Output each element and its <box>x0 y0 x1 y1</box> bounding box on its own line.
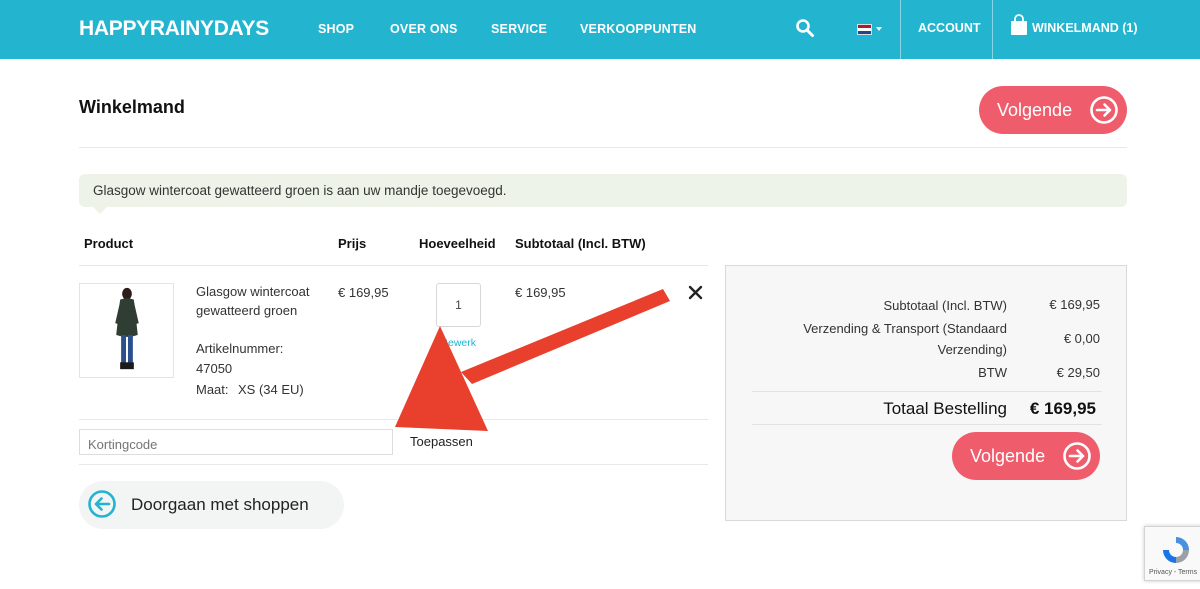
summary-tax-label: BTW <box>978 365 1007 380</box>
site-logo[interactable]: HAPPYRAINYDAYS <box>79 17 269 41</box>
arrow-left-circle-icon <box>88 490 116 518</box>
divider <box>79 265 708 266</box>
divider <box>79 464 708 465</box>
bag-icon[interactable] <box>1010 14 1028 36</box>
quantity-field[interactable]: 1 <box>436 283 481 327</box>
arrow-right-circle-icon <box>1063 442 1091 470</box>
arrow-right-circle-icon <box>1090 96 1118 124</box>
size-label: Maat: <box>196 382 229 397</box>
close-icon[interactable] <box>688 285 703 300</box>
next-button-top[interactable]: Volgende <box>979 86 1127 134</box>
cart-link[interactable]: WINKELMAND (1) <box>1032 21 1138 35</box>
next-button-label: Volgende <box>970 445 1046 466</box>
apply-coupon-button[interactable]: Toepassen <box>410 434 473 449</box>
page-title: Winkelmand <box>79 97 185 117</box>
divider <box>752 424 1102 425</box>
recaptcha-badge[interactable]: Privacy - Terms <box>1144 526 1200 581</box>
recaptcha-text: Privacy - Terms <box>1149 569 1198 576</box>
edit-link[interactable]: Bewerk <box>441 337 476 349</box>
account-link[interactable]: ACCOUNT <box>918 21 981 35</box>
item-subtotal: € 169,95 <box>515 285 566 300</box>
nav-divider <box>992 0 993 59</box>
summary-shipping-label-line1: Verzending & Transport (Standaard <box>803 321 1007 336</box>
header-price: Prijs <box>338 236 367 251</box>
header-product: Product <box>84 236 134 251</box>
next-button-label: Volgende <box>997 99 1073 120</box>
summary-total-label: Totaal Bestelling <box>883 399 1007 418</box>
summary-total-value: € 169,95 <box>1029 399 1096 418</box>
product-image <box>115 287 139 370</box>
flag-nl-icon[interactable] <box>857 24 872 35</box>
notice-pointer <box>92 206 108 214</box>
header-quantity: Hoeveelheid <box>419 236 496 251</box>
summary-subtotal-value: € 169,95 <box>1049 297 1100 312</box>
summary-subtotal-label: Subtotaal (Incl. BTW) <box>883 298 1007 313</box>
summary-tax-value: € 29,50 <box>1056 365 1100 380</box>
divider <box>79 147 1127 148</box>
coupon-input[interactable] <box>79 429 393 455</box>
chevron-down-icon[interactable] <box>876 27 882 31</box>
search-icon[interactable] <box>795 18 815 38</box>
continue-shopping-button[interactable]: Doorgaan met shoppen <box>79 481 344 529</box>
divider <box>79 419 708 420</box>
product-name-line1[interactable]: Glasgow wintercoat <box>196 282 309 302</box>
sku-label: Artikelnummer: <box>196 341 284 356</box>
nav-service[interactable]: SERVICE <box>491 22 547 36</box>
continue-shopping-label: Doorgaan met shoppen <box>131 495 309 514</box>
item-price: € 169,95 <box>338 285 389 300</box>
summary-shipping-value: € 0,00 <box>1063 331 1100 346</box>
sku-value: 47050 <box>196 361 233 376</box>
divider <box>752 391 1102 392</box>
next-button-summary[interactable]: Volgende <box>952 432 1100 480</box>
nav-shop[interactable]: SHOP <box>318 22 354 36</box>
nav-over-ons[interactable]: OVER ONS <box>390 22 458 36</box>
added-to-cart-notice: Glasgow wintercoat gewatteerd groen is a… <box>79 174 1127 207</box>
product-name-line2[interactable]: gewatteerd groen <box>196 301 297 321</box>
top-nav: HAPPYRAINYDAYS SHOP OVER ONS SERVICE VER… <box>0 0 1200 59</box>
summary-shipping-label-line2: Verzending) <box>937 342 1007 357</box>
nav-verkooppunten[interactable]: VERKOOPPUNTEN <box>580 22 697 36</box>
nav-divider <box>900 0 901 59</box>
recaptcha-icon <box>1163 537 1189 563</box>
header-subtotal: Subtotaal (Incl. BTW) <box>515 236 646 251</box>
size-value: XS (34 EU) <box>238 382 304 397</box>
product-thumbnail[interactable] <box>79 283 174 378</box>
order-summary: Subtotaal (Incl. BTW) € 169,95 Verzendin… <box>725 265 1127 521</box>
